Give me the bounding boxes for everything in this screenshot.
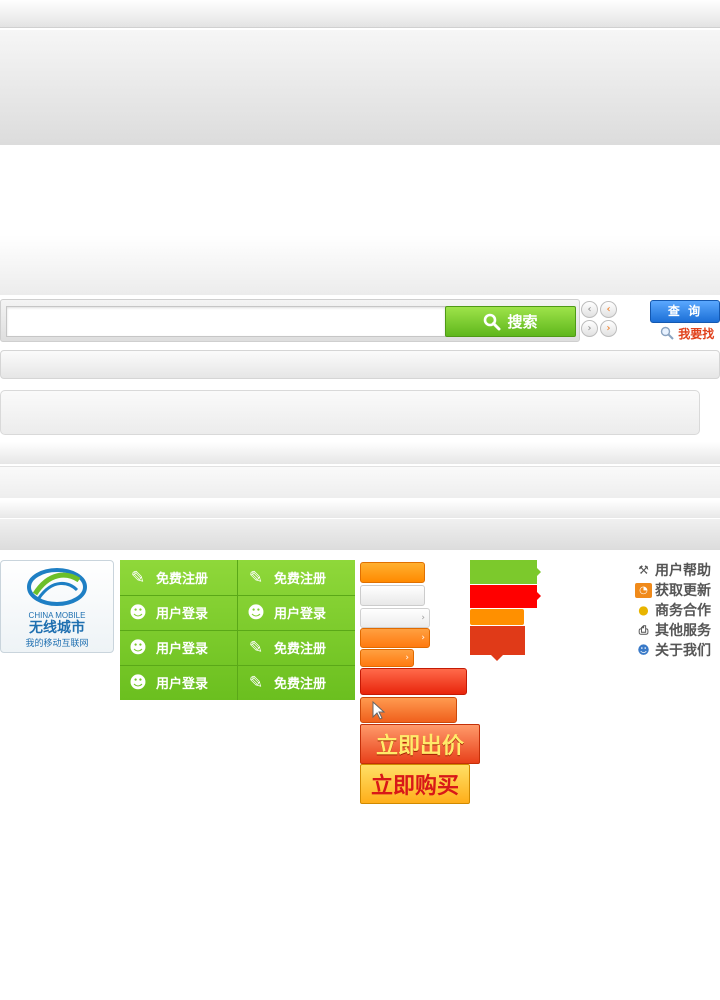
side-link-about[interactable]: ☻ 关于我们 xyxy=(635,640,720,660)
next-arrow-button[interactable]: › xyxy=(581,320,598,337)
strip-1 xyxy=(0,442,720,464)
register-label: 免费注册 xyxy=(156,572,209,587)
lightbulb-icon: ● xyxy=(638,602,649,617)
china-mobile-logo[interactable]: CHINA MOBILE 无线城市 我的移动互联网 xyxy=(0,560,114,653)
magnifier-icon xyxy=(660,326,674,340)
next-arrow-button-active[interactable]: › xyxy=(600,320,617,337)
top-header-strip xyxy=(0,0,720,28)
hero-banner-bg xyxy=(0,30,720,145)
add-user-icon: ☻ xyxy=(129,602,147,623)
strip-2 xyxy=(0,466,720,498)
china-mobile-emblem-icon xyxy=(27,568,87,606)
pencil-icon: ✎ xyxy=(248,567,264,588)
orange-small-button[interactable]: › xyxy=(360,649,414,667)
strip-3 xyxy=(0,500,720,518)
search-button-label: 搜索 xyxy=(507,313,538,331)
side-link-services[interactable]: ⎙ 其他服务 xyxy=(635,620,720,640)
register-button[interactable]: ✎ 免费注册 xyxy=(238,630,355,665)
green-tag-block xyxy=(470,560,537,584)
pencil-icon: ✎ xyxy=(248,672,264,693)
side-link-updates[interactable]: ◔ 获取更新 xyxy=(635,580,720,600)
side-link-label: 获取更新 xyxy=(655,583,711,599)
search-input[interactable] xyxy=(6,306,446,337)
orange-block xyxy=(470,609,524,625)
red-wide-button[interactable] xyxy=(360,668,467,695)
side-link-label: 商务合作 xyxy=(655,603,711,619)
search-bar: 搜索 xyxy=(0,299,580,342)
bid-now-button[interactable]: 立即出价 xyxy=(360,724,480,764)
orange-arrow-button[interactable]: › xyxy=(360,628,430,648)
register-button[interactable]: ✎ 免费注册 xyxy=(238,560,355,595)
query-button[interactable]: 查 询 xyxy=(650,300,720,323)
buy-now-label: 立即购买 xyxy=(370,774,459,799)
add-user-icon: ☻ xyxy=(247,602,265,623)
hero-fade xyxy=(0,145,720,295)
login-button[interactable]: ☻ 用户登录 xyxy=(238,595,355,630)
rss-icon: ◔ xyxy=(635,582,652,598)
find-link[interactable]: 我要找 xyxy=(660,325,720,343)
login-button[interactable]: ☻ 用户登录 xyxy=(120,595,237,630)
logo-brand-en: CHINA MOBILE xyxy=(28,611,86,620)
printer-icon: ⎙ xyxy=(638,622,649,637)
search-button[interactable]: 搜索 xyxy=(445,306,576,337)
strip-4 xyxy=(0,519,720,550)
pointer-cursor-icon xyxy=(372,700,386,720)
white-arrow-button[interactable]: › xyxy=(360,608,430,628)
green-tag-notch xyxy=(537,568,541,576)
cursor-button[interactable] xyxy=(360,697,457,723)
add-user-icon: ☻ xyxy=(129,672,147,693)
add-user-icon: ☻ xyxy=(129,637,147,658)
login-button[interactable]: ☻ 用户登录 xyxy=(120,665,237,700)
register-label: 免费注册 xyxy=(274,572,327,587)
register-button[interactable]: ✎ 免费注册 xyxy=(238,665,355,700)
pencil-icon: ✎ xyxy=(248,637,264,658)
login-label: 用户登录 xyxy=(156,642,209,657)
content-panel xyxy=(0,390,700,435)
pencil-icon: ✎ xyxy=(130,567,146,588)
orange-button[interactable] xyxy=(360,562,425,583)
logo-slogan: 我的移动互联网 xyxy=(25,639,89,649)
brick-tooltip-tail xyxy=(491,655,503,661)
find-link-label: 我要找 xyxy=(678,327,715,341)
prev-arrow-button[interactable]: ‹ xyxy=(581,301,598,318)
register-button[interactable]: ✎ 免费注册 xyxy=(120,560,237,595)
side-link-business[interactable]: ● 商务合作 xyxy=(635,600,720,620)
prev-arrow-button-active[interactable]: ‹ xyxy=(600,301,617,318)
red-tag-block xyxy=(470,585,537,608)
side-link-help[interactable]: ⚒ 用户帮助 xyxy=(635,560,720,580)
brick-tooltip-block xyxy=(470,626,525,655)
buy-now-button[interactable]: 立即购买 xyxy=(360,764,470,804)
tools-icon: ⚒ xyxy=(638,562,649,577)
login-label: 用户登录 xyxy=(156,677,209,692)
login-label: 用户登录 xyxy=(274,607,327,622)
login-label: 用户登录 xyxy=(156,607,209,622)
nav-pill-bar xyxy=(0,350,720,379)
green-button-grid: ✎ 免费注册 ✎ 免费注册 ☻ 用户登录 ☻ 用户登录 ☻ 用户登录 ✎ 免费注… xyxy=(120,560,355,700)
logo-brand-cn: 无线城市 xyxy=(29,620,85,636)
side-link-label: 用户帮助 xyxy=(655,563,711,579)
register-label: 免费注册 xyxy=(274,677,327,692)
red-tag-notch xyxy=(537,592,541,600)
side-link-label: 关于我们 xyxy=(655,643,711,659)
register-label: 免费注册 xyxy=(274,642,327,657)
users-icon: ☻ xyxy=(637,642,650,657)
bid-now-label: 立即出价 xyxy=(375,734,464,759)
login-button[interactable]: ☻ 用户登录 xyxy=(120,630,237,665)
white-button[interactable] xyxy=(360,585,425,606)
side-link-label: 其他服务 xyxy=(655,623,711,639)
magnifier-icon xyxy=(484,313,501,330)
